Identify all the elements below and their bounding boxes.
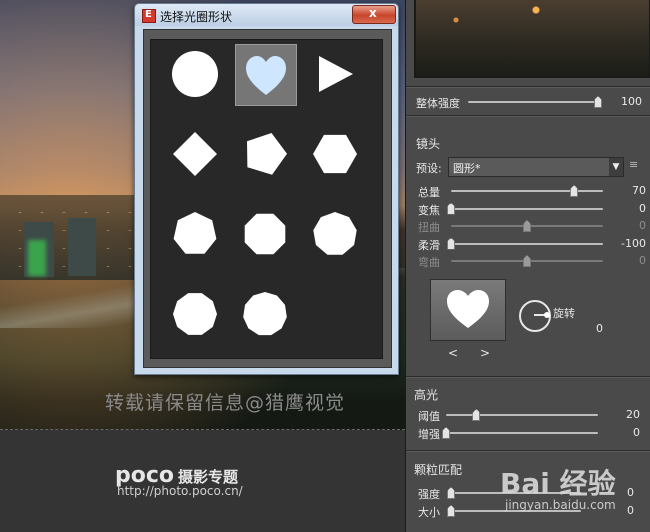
baidu-url: jingyan.baidu.com (505, 498, 616, 512)
shape-option-square-rotated[interactable] (165, 124, 225, 184)
shape-option-octagon[interactable] (235, 204, 295, 264)
octagon-icon (244, 213, 286, 255)
close-button[interactable]: x (352, 5, 396, 24)
shape-option-heart[interactable] (235, 44, 297, 106)
slider-track[interactable] (451, 185, 603, 197)
preset-label: 预设: (416, 162, 442, 175)
divider (406, 86, 650, 88)
preset-select[interactable]: 圆形* ▼ (448, 157, 624, 177)
dashed-divider (0, 429, 405, 430)
prev-shape-button[interactable]: < (448, 346, 458, 360)
slider-thumb[interactable] (447, 237, 455, 250)
circle-icon (172, 51, 218, 97)
navigator-preview (414, 0, 650, 78)
shape-option-decagon[interactable] (165, 284, 225, 344)
square-rotated-icon (173, 132, 217, 176)
slider-label: 柔滑 (418, 238, 440, 252)
slider-value: -100 (621, 236, 646, 250)
rotation-label: 旋转 (553, 307, 575, 320)
slider-value: 0 (639, 254, 646, 267)
nonagon-icon (313, 212, 357, 255)
slider-thumb[interactable] (570, 185, 579, 197)
slider-value: 0 (639, 201, 646, 215)
slider-label: 强度 (418, 488, 440, 501)
shape-option-triangle[interactable] (305, 44, 365, 104)
slider-thumb[interactable] (472, 409, 481, 421)
slider-thumb[interactable] (523, 220, 531, 232)
preset-select-value: 圆形* (453, 162, 481, 175)
overall-value: 100 (621, 95, 642, 108)
slider-label: 变焦 (418, 203, 440, 217)
hendecagon-icon (243, 292, 287, 336)
overall-slider-thumb[interactable] (594, 96, 602, 108)
baidu-watermark: Bai 经验 (500, 467, 616, 500)
slider-thumb[interactable] (447, 487, 455, 499)
slider-label: 总量 (418, 186, 440, 199)
grain-section-title: 颗粒匹配 (414, 463, 463, 477)
close-icon: x (369, 6, 377, 20)
slider-label: 增强 (418, 428, 440, 441)
shape-option-pentagon[interactable] (235, 124, 295, 184)
slider-thumb[interactable] (447, 505, 455, 517)
rotation-handle[interactable] (544, 312, 550, 318)
highlight-section-title: 高光 (414, 388, 439, 402)
aperture-shape-preview[interactable] (430, 279, 506, 341)
shape-option-nonagon[interactable] (305, 204, 365, 264)
divider (406, 450, 650, 452)
overall-label: 整体强度 (416, 97, 460, 110)
heart-icon (246, 56, 286, 95)
overall-slider[interactable] (468, 96, 602, 108)
rotation-value: 0 (596, 322, 603, 335)
slider-value: 0 (633, 426, 640, 439)
slider-value: 0 (639, 219, 646, 232)
heart-icon (447, 290, 489, 328)
divider (406, 115, 650, 117)
slider-track[interactable] (451, 255, 603, 267)
slider-label: 扭曲 (418, 221, 440, 234)
menu-icon[interactable]: ≡ (629, 158, 641, 172)
shape-grid (150, 39, 383, 359)
slider-label: 阈值 (418, 410, 440, 423)
aperture-shape-dialog: 选择光圈形状 x (134, 3, 399, 375)
slider-thumb[interactable] (523, 255, 531, 267)
slider-value: 20 (626, 408, 640, 421)
dialog-title: 选择光圈形状 (160, 10, 233, 24)
hexagon-icon (313, 134, 357, 174)
triangle-icon (319, 56, 353, 92)
decagon-icon (173, 293, 217, 335)
shape-option-heptagon[interactable] (165, 204, 225, 264)
settings-panel: 整体强度 100 镜头 预设: 圆形* ▼ ≡ 总量 70 变焦 0 扭曲 0 柔滑 -100… (405, 0, 650, 532)
lens-section-title: 镜头 (416, 137, 441, 151)
dialog-body (143, 29, 392, 368)
watermark-text: 转载请保留信息@猎鹰视觉 (105, 392, 346, 414)
slider-label: 大小 (418, 506, 440, 519)
heptagon-icon (173, 212, 217, 254)
slider-thumb[interactable] (447, 202, 455, 215)
shape-option-hendecagon[interactable] (235, 284, 295, 344)
slider-label: 弯曲 (418, 256, 440, 269)
divider (406, 376, 650, 378)
slider-track[interactable] (451, 220, 603, 232)
pentagon-icon (247, 133, 287, 175)
app-icon (142, 9, 156, 23)
next-shape-button[interactable]: > (480, 346, 490, 360)
slider-track[interactable] (446, 409, 598, 421)
shape-option-hexagon[interactable] (305, 124, 365, 184)
slider-value: 70 (632, 184, 646, 197)
chevron-down-icon[interactable]: ▼ (609, 158, 623, 176)
slider-track[interactable] (442, 427, 598, 439)
slider-track[interactable] (447, 237, 603, 250)
shape-option-circle[interactable] (165, 44, 225, 104)
poco-url: http://photo.poco.cn/ (117, 484, 243, 498)
slider-track[interactable] (447, 202, 603, 215)
slider-thumb[interactable] (442, 427, 450, 439)
dialog-titlebar[interactable]: 选择光圈形状 x (135, 4, 398, 26)
